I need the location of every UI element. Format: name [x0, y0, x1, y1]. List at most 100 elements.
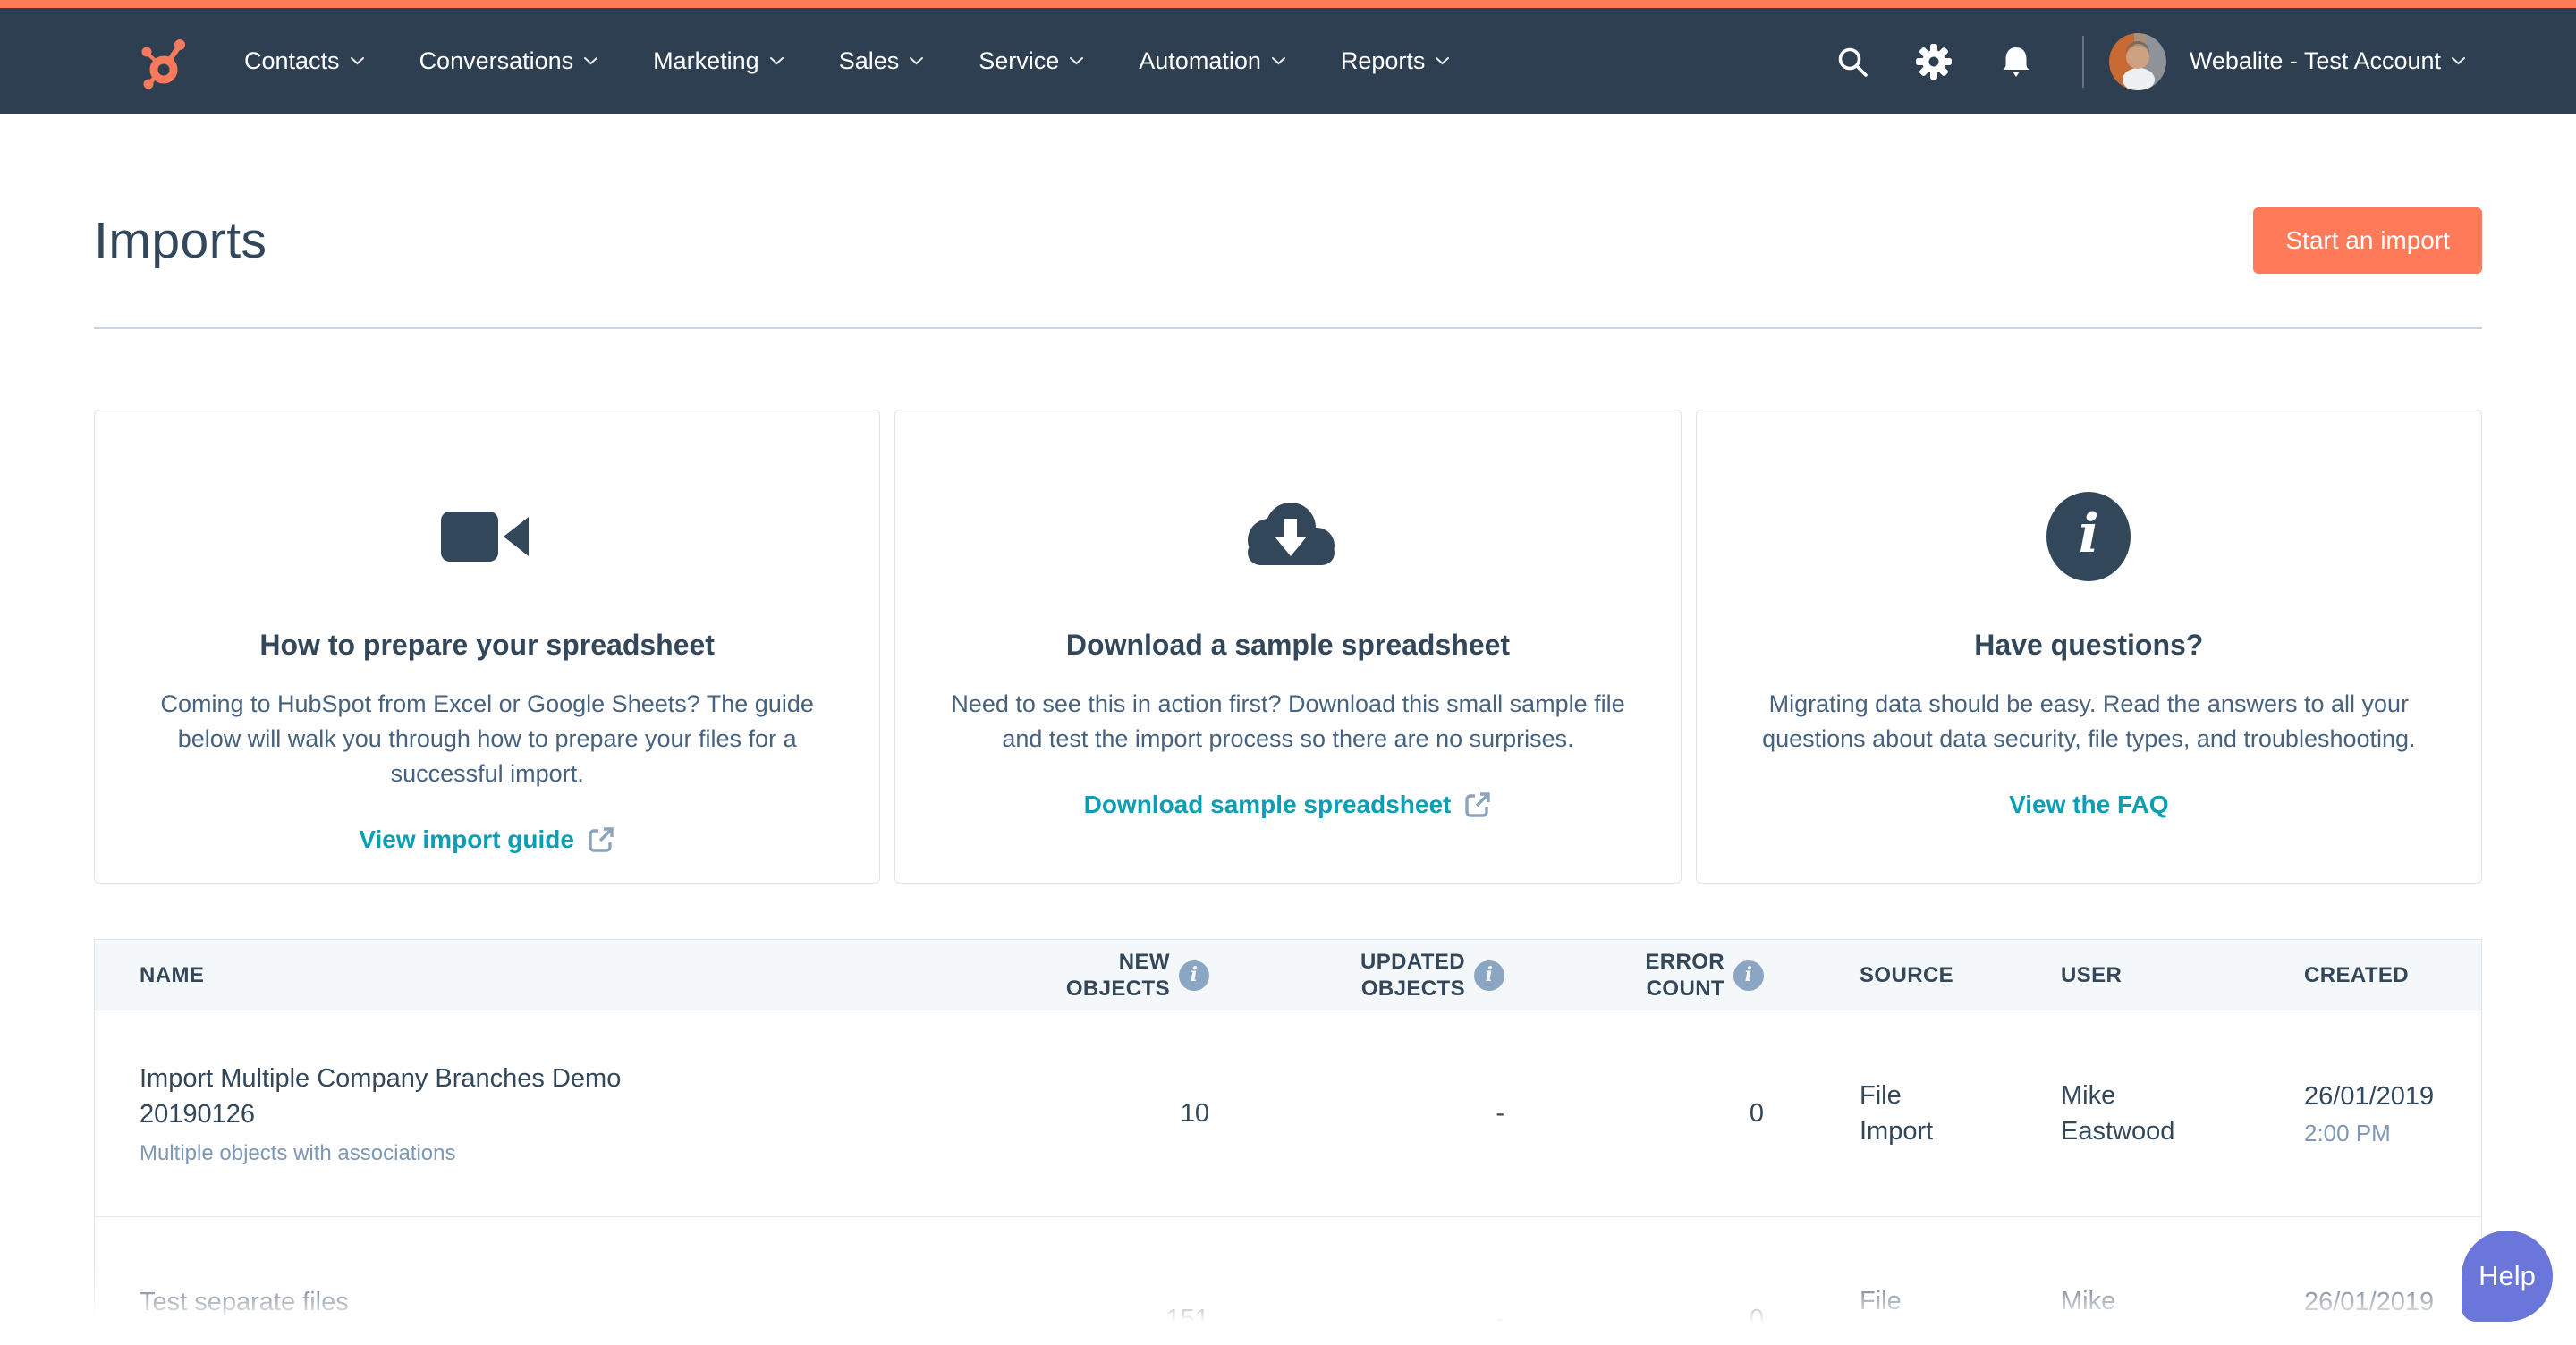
nav-item-marketing[interactable]: Marketing — [625, 8, 811, 114]
updated-objects-cell: - — [1496, 1099, 1504, 1128]
chevron-down-icon — [769, 57, 784, 65]
help-button[interactable]: Help — [2462, 1231, 2553, 1322]
main-content: Imports Start an import How to prepare y… — [0, 207, 2576, 1345]
nav-item-label: Marketing — [653, 47, 759, 74]
nav-item-service[interactable]: Service — [951, 8, 1111, 114]
user-cell: Mike Eastwood — [2052, 1079, 2293, 1148]
hubspot-sprocket-logo-icon[interactable] — [140, 35, 188, 89]
card-body: Migrating data should be easy. Read the … — [1762, 690, 2416, 753]
column-header-label: ERROR COUNT — [1645, 949, 1724, 1001]
nav-right-cluster: Webalite - Test Account — [1812, 32, 2465, 90]
source-cell: File Import — [1775, 1284, 2052, 1345]
chevron-down-icon — [584, 57, 598, 65]
card-sample-spreadsheet: Download a sample spreadsheet Need to se… — [894, 410, 1682, 884]
table-row[interactable]: Import Multiple Company Branches Demo 20… — [95, 1011, 2481, 1217]
info-icon[interactable]: i — [1474, 960, 1504, 991]
import-name-cell: Test separate files Multiple objects wit… — [95, 1285, 952, 1345]
import-name: Import Multiple Company Branches Demo 20… — [140, 1064, 622, 1129]
nav-item-label: Conversations — [419, 47, 574, 74]
page-title: Imports — [94, 212, 267, 269]
column-header-updated-objects: UPDATED OBJECTS i — [1220, 949, 1515, 1002]
chevron-down-icon — [910, 57, 924, 65]
column-header-label: USER — [2061, 962, 2123, 987]
column-header-label: UPDATED OBJECTS — [1360, 949, 1465, 1001]
column-header-label: SOURCE — [1860, 962, 1954, 987]
created-time: 11:31 AM — [2304, 1324, 2401, 1345]
gear-icon[interactable] — [1893, 43, 1975, 80]
card-prepare-spreadsheet: How to prepare your spreadsheet Coming t… — [94, 410, 881, 884]
chevron-down-icon — [1436, 57, 1450, 65]
chevron-down-icon — [1271, 57, 1285, 65]
column-header-new-objects: NEW OBJECTS i — [952, 949, 1220, 1002]
nav-item-label: Service — [979, 47, 1060, 74]
card-have-questions: i Have questions? Migrating data should … — [1695, 410, 2482, 884]
info-icon[interactable]: i — [1733, 960, 1764, 991]
cloud-download-icon — [947, 482, 1628, 591]
page-header: Imports Start an import — [94, 207, 2482, 274]
nav-item-label: Automation — [1139, 47, 1261, 74]
error-count-cell: 0 — [1749, 1305, 1764, 1333]
chevron-down-icon — [2452, 57, 2465, 65]
top-navigation-bar: Contacts Conversations Marketing Sales S… — [0, 8, 2576, 114]
user-value: Mike Eastwood — [2061, 1287, 2175, 1345]
link-label: View import guide — [359, 825, 574, 854]
nav-item-automation[interactable]: Automation — [1111, 8, 1313, 114]
nav-item-label: Sales — [838, 47, 900, 74]
created-time: 2:00 PM — [2304, 1119, 2391, 1146]
column-header-error-count: ERROR COUNT i — [1515, 949, 1775, 1002]
info-circle-icon: i — [1749, 482, 2429, 591]
link-label: Download sample spreadsheet — [1083, 791, 1452, 819]
nav-item-reports[interactable]: Reports — [1313, 8, 1478, 114]
table-header-row: NAME NEW OBJECTS i UPDATED OBJECTS i ERR… — [95, 940, 2481, 1011]
external-link-icon — [589, 827, 614, 853]
created-cell: 26/01/2019 2:00 PM — [2293, 1080, 2481, 1147]
info-icon[interactable]: i — [1179, 960, 1209, 991]
column-header-user: USER — [2052, 963, 2293, 988]
new-objects-cell: 10 — [1180, 1099, 1209, 1128]
start-import-button[interactable]: Start an import — [2253, 207, 2482, 274]
account-menu[interactable]: Webalite - Test Account — [2190, 47, 2465, 75]
card-title: How to prepare your spreadsheet — [259, 629, 715, 661]
column-header-source: SOURCE — [1775, 963, 2052, 988]
chevron-down-icon — [350, 57, 364, 65]
table-row[interactable]: Test separate files Multiple objects wit… — [95, 1217, 2481, 1345]
nav-item-contacts[interactable]: Contacts — [216, 8, 392, 114]
download-sample-spreadsheet-link[interactable]: Download sample spreadsheet — [1084, 791, 1493, 819]
column-header-label: NAME — [140, 962, 205, 987]
view-faq-link[interactable]: View the FAQ — [2009, 791, 2168, 819]
created-date: 26/01/2019 — [2304, 1082, 2435, 1112]
bell-icon[interactable] — [1975, 44, 2057, 80]
card-body: Coming to HubSpot from Excel or Google S… — [160, 690, 814, 788]
imports-table: NAME NEW OBJECTS i UPDATED OBJECTS i ERR… — [94, 939, 2482, 1345]
source-value: File Import — [1860, 1287, 1934, 1345]
new-objects-cell: 151 — [1165, 1305, 1209, 1333]
source-value: File Import — [1860, 1081, 1934, 1146]
created-date: 26/01/2019 — [2304, 1288, 2435, 1317]
column-header-name: NAME — [95, 963, 952, 988]
nav-item-sales[interactable]: Sales — [811, 8, 952, 114]
created-cell: 26/01/2019 11:31 AM — [2293, 1286, 2481, 1345]
top-accent-strip — [0, 0, 2576, 8]
external-link-icon — [1465, 792, 1491, 817]
chevron-down-icon — [1070, 57, 1084, 65]
nav-divider — [2081, 35, 2084, 88]
import-name: Test separate files — [140, 1287, 349, 1316]
video-camera-icon — [147, 482, 827, 591]
nav-item-label: Contacts — [244, 47, 340, 74]
view-import-guide-link[interactable]: View import guide — [359, 825, 615, 854]
search-icon[interactable] — [1812, 45, 1893, 79]
error-count-cell: 0 — [1749, 1099, 1764, 1128]
user-cell: Mike Eastwood — [2052, 1284, 2293, 1345]
card-title: Have questions? — [1974, 629, 2204, 661]
help-cards-row: How to prepare your spreadsheet Coming t… — [94, 410, 2482, 884]
user-value: Mike Eastwood — [2061, 1081, 2175, 1146]
card-title: Download a sample spreadsheet — [1065, 629, 1511, 661]
source-cell: File Import — [1775, 1079, 2052, 1148]
column-header-label: CREATED — [2304, 962, 2410, 987]
column-header-label: NEW OBJECTS — [1065, 949, 1170, 1001]
card-body: Need to see this in action first? Downlo… — [951, 690, 1625, 753]
nav-item-conversations[interactable]: Conversations — [392, 8, 626, 114]
import-name-cell: Import Multiple Company Branches Demo 20… — [95, 1062, 952, 1165]
avatar[interactable] — [2108, 32, 2166, 90]
hubspot-imports-page: Contacts Conversations Marketing Sales S… — [0, 0, 2576, 1345]
